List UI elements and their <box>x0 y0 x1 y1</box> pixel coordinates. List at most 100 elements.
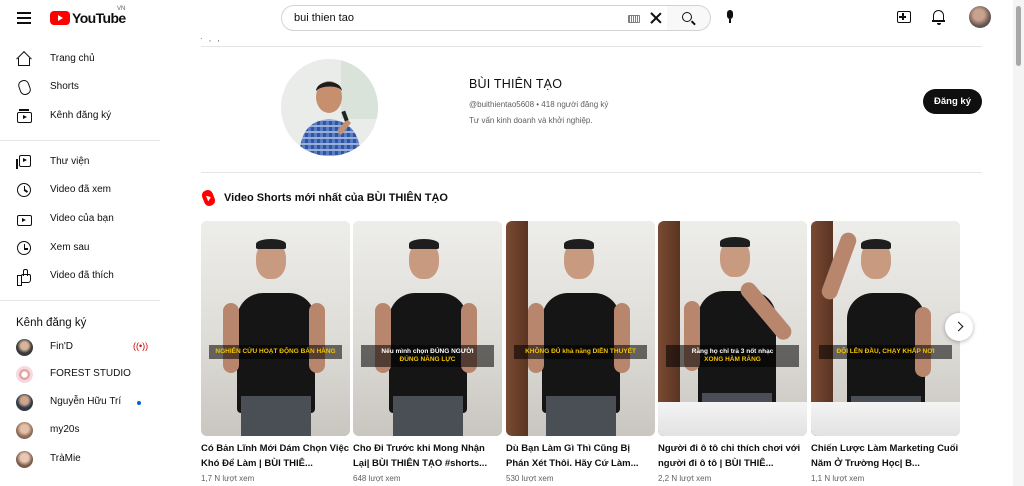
channel-avatar <box>16 422 33 439</box>
subscription-name: my20s <box>50 424 80 435</box>
short-views: 530 lượt xem <box>506 474 554 483</box>
subscription-name: Nguyễn Hữu Trí <box>50 396 122 407</box>
shorts-logo-icon <box>200 188 217 208</box>
subscriptions-section-title: Kênh đăng ký <box>16 317 87 329</box>
short-thumbnail[interactable]: NGHIÊN CỨU HOẠT ĐỘNG BÁN HÀNG <box>201 221 350 436</box>
menu-icon[interactable] <box>17 12 31 24</box>
short-thumbnail[interactable]: KHÔNG ĐỦ khả năng DIỄN THUYẾT <box>506 221 655 436</box>
sidebar: Trang chủ Shorts Kênh đăng ký Thư viện V… <box>0 36 160 486</box>
sidebar-item-label: Video đã xem <box>50 184 111 195</box>
subscriptions-icon <box>17 109 32 123</box>
voice-search-icon[interactable] <box>726 10 734 26</box>
history-icon <box>17 183 31 197</box>
video-caption: Nếu mình chọn ĐÚNG NGƯỜI ĐÚNG NĂNG LỰC <box>361 345 494 367</box>
sidebar-item-history[interactable]: Video đã xem <box>0 177 160 205</box>
create-video-icon[interactable] <box>897 11 911 23</box>
subscription-name: Fin'D <box>50 341 74 352</box>
page-scrollbar[interactable] <box>1013 0 1024 486</box>
channel-avatar <box>16 394 33 411</box>
sidebar-item-label: Video của bạn <box>50 213 114 224</box>
short-thumbnail[interactable]: ĐỘI LÊN ĐẦU, CHẠY KHẮP NƠI <box>811 221 960 436</box>
sidebar-subscription-find[interactable]: Fin'D ((•)) <box>0 334 160 362</box>
sidebar-item-shorts[interactable]: Shorts <box>0 74 160 102</box>
short-title[interactable]: Người đi ô tô chỉ thích chơi với người đ… <box>658 441 807 471</box>
short-title[interactable]: Dù Bạn Làm Gì Thì Cũng Bị Phán Xét Thôi.… <box>506 441 655 471</box>
sidebar-divider <box>0 140 160 141</box>
library-icon <box>16 155 31 169</box>
result-divider <box>201 172 982 173</box>
top-bar: YouTube VN bui thien tao <box>0 0 1024 36</box>
search-box[interactable]: bui thien tao <box>281 5 668 31</box>
sidebar-item-liked-videos[interactable]: Video đã thích <box>0 263 160 291</box>
short-thumbnail[interactable]: Rằng họ chỉ trả 3 nốt nhạc XONG HÀM RĂNG <box>658 221 807 436</box>
sidebar-item-subscriptions[interactable]: Kênh đăng ký <box>0 103 160 131</box>
account-avatar[interactable] <box>969 6 991 28</box>
channel-avatar <box>16 451 33 468</box>
your-videos-icon <box>17 215 32 226</box>
short-card[interactable]: NGHIÊN CỨU HOẠT ĐỘNG BÁN HÀNG Có Bản Lĩn… <box>201 221 350 483</box>
subscription-name: TràMie <box>50 453 81 464</box>
watch-later-icon <box>17 241 31 255</box>
live-indicator-icon: ((•)) <box>133 341 149 351</box>
channel-name[interactable]: BÙI THIÊN TẠO <box>469 77 562 91</box>
short-card[interactable]: ĐỘI LÊN ĐẦU, CHẠY KHẮP NƠI Chiến Lược Là… <box>811 221 960 483</box>
channel-portrait <box>281 59 378 156</box>
scrollbar-thumb[interactable] <box>1016 6 1021 66</box>
shelf-next-button[interactable] <box>945 313 973 341</box>
result-divider <box>201 46 982 47</box>
sidebar-item-label: Trang chủ <box>50 53 95 64</box>
subscription-name: FOREST STUDIO <box>50 368 131 379</box>
short-card[interactable]: KHÔNG ĐỦ khả năng DIỄN THUYẾT Dù Bạn Làm… <box>506 221 655 483</box>
short-title[interactable]: Có Bản Lĩnh Mới Dám Chọn Việc Khó Để Làm… <box>201 441 350 471</box>
short-thumbnail[interactable]: Nếu mình chọn ĐÚNG NGƯỜI ĐÚNG NĂNG LỰC <box>353 221 502 436</box>
keyboard-icon[interactable] <box>628 15 640 23</box>
sidebar-subscription-forest-studio[interactable]: FOREST STUDIO <box>0 361 160 389</box>
sidebar-item-label: Shorts <box>50 81 79 92</box>
video-caption: KHÔNG ĐỦ khả năng DIỄN THUYẾT <box>514 345 647 359</box>
search-input[interactable]: bui thien tao <box>294 12 354 24</box>
home-icon <box>18 58 30 66</box>
notifications-icon[interactable] <box>932 10 945 25</box>
shorts-shelf-title: Video Shorts mới nhất của BÙI THIÊN TẠO <box>224 192 448 204</box>
sidebar-subscription-tramie[interactable]: TràMie <box>0 446 160 474</box>
sidebar-item-library[interactable]: Thư viện <box>0 149 160 177</box>
search-icon <box>682 12 692 22</box>
sidebar-divider <box>0 300 160 301</box>
channel-description: Tư vấn kinh doanh và khởi nghiệp. <box>469 116 593 125</box>
search-button[interactable] <box>667 5 711 31</box>
video-caption: Rằng họ chỉ trả 3 nốt nhạc XONG HÀM RĂNG <box>666 345 799 367</box>
video-caption: NGHIÊN CỨU HOẠT ĐỘNG BÁN HÀNG <box>209 345 342 359</box>
sidebar-subscription-my20s[interactable]: my20s <box>0 417 160 445</box>
sidebar-subscription-nguyen-huu-tri[interactable]: Nguyễn Hữu Trí <box>0 389 160 417</box>
channel-avatar <box>16 366 33 383</box>
short-title[interactable]: Chiến Lược Làm Marketing Cuối Năm Ở Trườ… <box>811 441 960 471</box>
sidebar-item-label: Video đã thích <box>50 270 114 281</box>
short-card[interactable]: Rằng họ chỉ trả 3 nốt nhạc XONG HÀM RĂNG … <box>658 221 807 483</box>
short-card[interactable]: Nếu mình chọn ĐÚNG NGƯỜI ĐÚNG NĂNG LỰC Ch… <box>353 221 502 483</box>
clear-search-icon[interactable] <box>649 11 663 25</box>
youtube-play-icon <box>50 11 70 25</box>
sidebar-item-home[interactable]: Trang chủ <box>0 46 160 74</box>
truncated-previous-content: · , , <box>200 34 222 43</box>
search-results: · , , BÙI THIÊN TẠO @buithientao5608 • 4… <box>160 34 1013 486</box>
youtube-logo[interactable]: YouTube VN <box>50 6 126 26</box>
region-code: VN <box>117 6 126 12</box>
subscribe-button[interactable]: Đăng ký <box>923 89 982 114</box>
short-views: 2,2 N lượt xem <box>658 474 712 483</box>
channel-meta: @buithientao5608 • 418 người đăng ký <box>469 100 609 109</box>
short-title[interactable]: Cho Đi Trước khi Mong Nhận Lại| BÙI THIÊ… <box>353 441 502 471</box>
sidebar-item-label: Xem sau <box>50 242 90 253</box>
sidebar-item-label: Kênh đăng ký <box>50 110 112 121</box>
channel-avatar-large[interactable] <box>281 59 378 156</box>
short-views: 1,7 N lượt xem <box>201 474 255 483</box>
video-caption: ĐỘI LÊN ĐẦU, CHẠY KHẮP NƠI <box>819 345 952 359</box>
channel-avatar <box>16 339 33 356</box>
logo-text: YouTube <box>72 10 126 26</box>
new-content-dot <box>137 401 141 405</box>
sidebar-item-label: Thư viện <box>50 156 90 167</box>
short-views: 1,1 N lượt xem <box>811 474 865 483</box>
short-views: 648 lượt xem <box>353 474 401 483</box>
sidebar-item-your-videos[interactable]: Video của bạn <box>0 206 160 234</box>
sidebar-item-watch-later[interactable]: Xem sau <box>0 235 160 263</box>
shorts-icon <box>16 78 33 97</box>
